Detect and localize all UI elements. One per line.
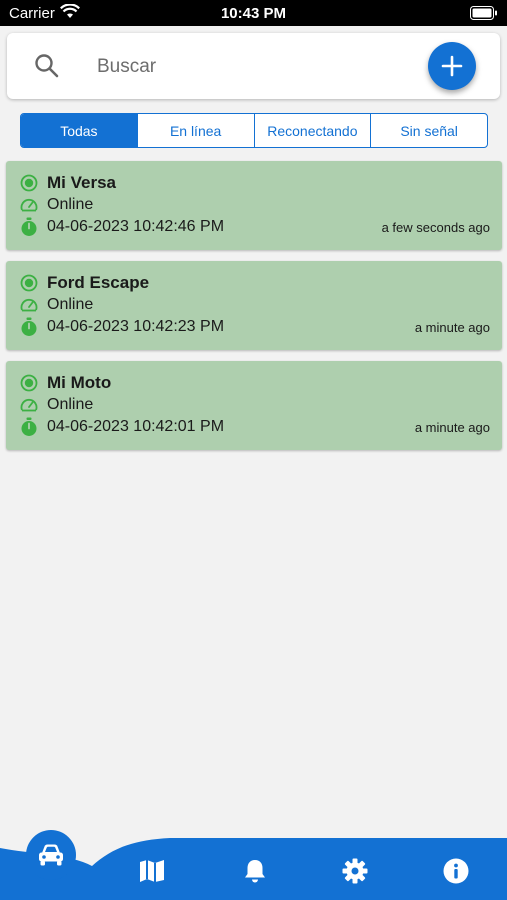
battery-icon [470,6,498,24]
filter-segments: Todas En línea Reconectando Sin señal [20,113,488,148]
vehicle-status: Online [47,196,94,213]
filter-no-signal[interactable]: Sin señal [370,114,487,147]
stopwatch-icon [21,217,37,236]
vehicle-list: Mi Versa Online 04-06-2023 10:42:46 PM a… [6,161,502,461]
stopwatch-icon [21,417,37,436]
vehicle-card[interactable]: Mi Moto Online 04-06-2023 10:42:01 PM a … [6,361,502,450]
last-update-timestamp: 04-06-2023 10:42:01 PM [47,418,225,435]
vehicle-name: Mi Moto [47,373,112,392]
vehicle-card[interactable]: Mi Versa Online 04-06-2023 10:42:46 PM a… [6,161,502,250]
online-status-icon [20,274,38,292]
stopwatch-icon [21,317,37,336]
nav-settings[interactable] [340,856,370,886]
online-status-icon [20,374,38,392]
clock: 10:43 PM [220,5,287,22]
plus-icon [441,55,463,77]
add-vehicle-button[interactable] [428,42,476,90]
nav-vehicles[interactable] [26,830,76,880]
relative-time: a few seconds ago [381,220,490,235]
vehicle-card[interactable]: Ford Escape Online 04-06-2023 10:42:23 P… [6,261,502,350]
vehicle-name: Mi Versa [47,173,116,192]
relative-time: a minute ago [414,420,490,435]
vehicle-status: Online [47,296,94,313]
last-update-timestamp: 04-06-2023 10:42:46 PM [47,218,225,235]
bell-icon [245,860,265,883]
vehicle-name: Ford Escape [47,273,150,292]
status-bar: Carrier 10:43 PM [0,0,507,26]
nav-notifications[interactable] [240,856,270,886]
speedometer-icon [20,398,38,412]
speedometer-icon [20,198,38,212]
gear-icon [342,858,368,884]
vehicle-status: Online [47,396,94,413]
search-input[interactable] [95,47,419,87]
online-status-icon [20,174,38,192]
map-icon [140,860,164,882]
search-icon [34,53,60,84]
filter-online[interactable]: En línea [136,114,254,147]
filter-all[interactable]: Todas [21,114,137,147]
speedometer-icon [20,298,38,312]
filter-reconnecting[interactable]: Reconectando [253,114,371,147]
relative-time: a minute ago [414,320,490,335]
last-update-timestamp: 04-06-2023 10:42:23 PM [47,318,225,335]
bottom-nav [0,836,507,900]
car-icon [39,844,63,866]
nav-info[interactable] [441,856,471,886]
info-icon [443,858,469,884]
search-bar [7,33,500,99]
nav-map[interactable] [137,856,167,886]
